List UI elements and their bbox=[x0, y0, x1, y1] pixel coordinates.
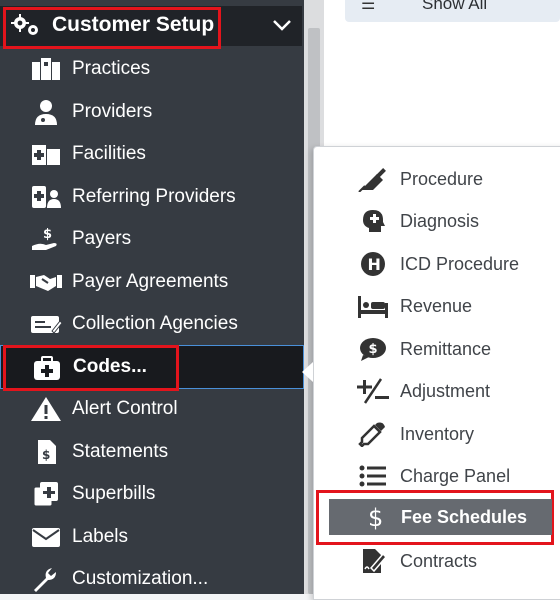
menu-item-procedure[interactable]: Procedure bbox=[314, 159, 560, 199]
sidebar-item-labels[interactable]: Labels bbox=[0, 517, 302, 557]
hospital-icon bbox=[32, 145, 60, 165]
menu-item-fee-schedules[interactable]: $ Fee Schedules bbox=[316, 490, 554, 545]
sidebar-item-label: Alert Control bbox=[72, 398, 178, 419]
signature-file-icon bbox=[363, 549, 388, 573]
sidebar-item-label: Providers bbox=[72, 101, 153, 122]
menu-item-label: Inventory bbox=[400, 424, 475, 444]
sidebar-item-superbills[interactable]: Superbills bbox=[0, 474, 302, 514]
menu-item-diagnosis[interactable]: Diagnosis bbox=[314, 201, 560, 241]
codes-submenu: Procedure Diagnosis H ICD Procedure Reve… bbox=[313, 146, 560, 600]
menu-item-label: Remittance bbox=[400, 339, 492, 359]
sidebar-item-label: Referring Providers bbox=[72, 186, 236, 207]
customer-setup-header[interactable]: Customer Setup bbox=[0, 6, 302, 49]
invoice-icon: $ bbox=[38, 440, 56, 464]
show-all-button[interactable]: ☰ Show All bbox=[345, 0, 560, 22]
list-icon: ☰ bbox=[361, 0, 376, 13]
submenu-pointer bbox=[302, 362, 313, 382]
referral-icon bbox=[32, 186, 61, 208]
money-check-icon bbox=[31, 316, 62, 334]
menu-item-adjustment[interactable]: Adjustment bbox=[314, 371, 560, 411]
handshake-icon bbox=[30, 275, 62, 291]
sidebar-item-label: Customization... bbox=[72, 568, 209, 589]
menu-item-contracts[interactable]: Contracts bbox=[314, 541, 560, 581]
envelope-icon bbox=[32, 528, 60, 547]
chevron-down-icon[interactable] bbox=[272, 18, 292, 32]
bed-icon bbox=[358, 296, 388, 318]
sidebar-item-payer-agreements[interactable]: Payer Agreements bbox=[0, 262, 302, 302]
sidebar-item-customization[interactable]: Customization... bbox=[0, 559, 302, 599]
sidebar-item-label: Codes... bbox=[73, 356, 147, 377]
sidebar-item-label: Practices bbox=[72, 58, 151, 79]
menu-item-label: Adjustment bbox=[400, 381, 491, 401]
svg-text:$: $ bbox=[368, 504, 383, 531]
svg-text:$: $ bbox=[43, 227, 52, 242]
sidebar: Customer Setup Practices Providers Facil… bbox=[0, 0, 304, 594]
gears-icon bbox=[11, 14, 38, 35]
menu-item-label: ICD Procedure bbox=[400, 254, 520, 274]
menu-item-label: Diagnosis bbox=[400, 211, 480, 231]
sidebar-item-label: Statements bbox=[72, 441, 169, 462]
sidebar-item-alert-control[interactable]: Alert Control bbox=[0, 389, 302, 429]
sidebar-item-label: Payers bbox=[72, 228, 132, 249]
menu-item-label: Procedure bbox=[400, 169, 484, 189]
sidebar-item-providers[interactable]: Providers bbox=[0, 92, 302, 132]
menu-item-label: Fee Schedules bbox=[401, 507, 528, 527]
sidebar-item-referring-providers[interactable]: Referring Providers bbox=[0, 177, 302, 217]
menu-item-label: Revenue bbox=[400, 296, 473, 316]
warning-icon bbox=[31, 397, 61, 421]
fee-schedules-highlight[interactable]: $ Fee Schedules bbox=[329, 499, 552, 535]
eye-dropper-icon bbox=[358, 422, 385, 447]
hand-dollar-icon: $ bbox=[32, 227, 57, 250]
menu-item-label: Contracts bbox=[400, 551, 478, 571]
sidebar-item-practices[interactable]: Practices bbox=[0, 49, 302, 89]
svg-text:$: $ bbox=[42, 448, 50, 462]
head-medical-icon bbox=[363, 210, 385, 232]
circle-h-icon: H bbox=[361, 252, 385, 276]
doctor-icon bbox=[35, 100, 57, 125]
building-icon bbox=[32, 58, 60, 80]
section-title: Customer Setup bbox=[52, 13, 215, 36]
svg-text:$: $ bbox=[369, 342, 378, 357]
menu-item-icd-procedure[interactable]: H ICD Procedure bbox=[314, 244, 560, 284]
syringe-icon bbox=[358, 168, 386, 192]
medkit-icon bbox=[34, 356, 60, 380]
sidebar-item-label: Superbills bbox=[72, 483, 156, 504]
sidebar-item-statements[interactable]: $ Statements bbox=[0, 432, 302, 472]
show-all-label: Show All bbox=[422, 0, 488, 13]
menu-item-revenue[interactable]: Revenue bbox=[314, 286, 560, 326]
sidebar-item-label: Facilities bbox=[72, 143, 146, 164]
wrench-icon bbox=[34, 568, 56, 592]
svg-text:H: H bbox=[368, 255, 381, 274]
comment-dollar-icon: $ bbox=[360, 338, 386, 361]
sidebar-item-collection-agencies[interactable]: Collection Agencies bbox=[0, 304, 302, 344]
sidebar-item-facilities[interactable]: Facilities bbox=[0, 134, 302, 174]
plus-minus-icon bbox=[357, 378, 389, 404]
menu-item-remittance[interactable]: $ Remittance bbox=[314, 329, 560, 369]
menu-item-label: Charge Panel bbox=[400, 466, 511, 486]
sidebar-item-payers[interactable]: $ Payers bbox=[0, 219, 302, 259]
sidebar-item-codes[interactable]: Codes... bbox=[0, 345, 304, 391]
sidebar-item-label: Labels bbox=[72, 526, 128, 547]
sidebar-item-label: Payer Agreements bbox=[72, 271, 229, 292]
dollar-icon: $ bbox=[368, 504, 383, 531]
list-icon bbox=[359, 465, 386, 487]
sidebar-item-label: Collection Agencies bbox=[72, 313, 238, 334]
copy-plus-icon bbox=[33, 482, 58, 507]
menu-item-inventory[interactable]: Inventory bbox=[314, 414, 560, 454]
